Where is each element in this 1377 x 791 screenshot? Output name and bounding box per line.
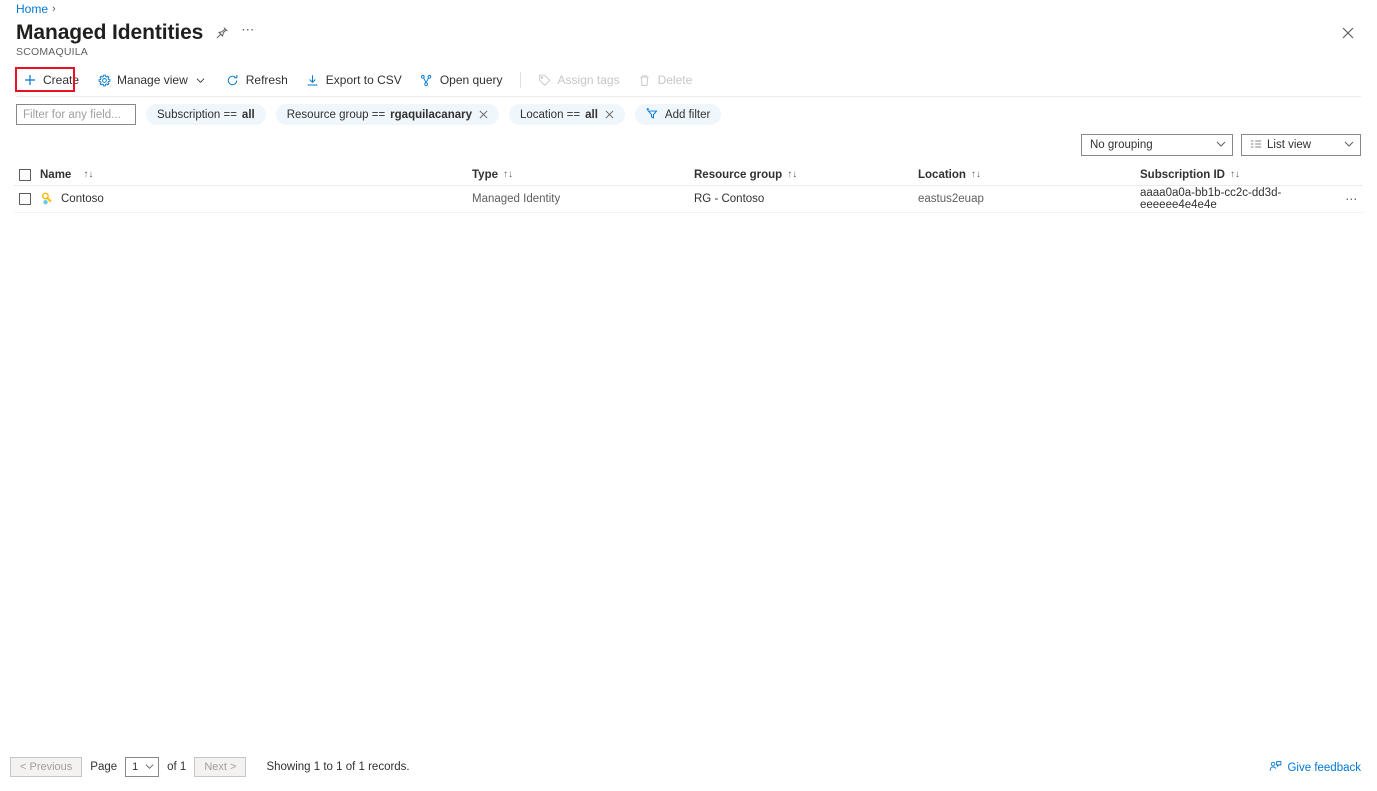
pin-icon[interactable]	[213, 24, 231, 42]
pagination-bar: < Previous Page 1 of 1 Next > Showing 1 …	[10, 757, 410, 777]
column-header-type-label: Type	[472, 169, 498, 181]
sort-icon[interactable]: ↑↓	[503, 169, 513, 180]
records-summary: Showing 1 to 1 of 1 records.	[266, 761, 409, 773]
create-label: Create	[43, 73, 79, 87]
add-filter-label: Add filter	[665, 109, 710, 121]
row-location-cell: eastus2euap	[918, 193, 1140, 205]
remove-location-filter-icon[interactable]	[605, 110, 614, 120]
column-header-subscription-id[interactable]: Subscription ID ↑↓	[1140, 169, 1341, 181]
column-header-resource-group[interactable]: Resource group ↑↓	[694, 169, 918, 181]
chevron-down-icon	[145, 762, 154, 773]
filter-pill-subscription-prefix: Subscription ==	[157, 109, 237, 121]
close-icon[interactable]	[1337, 22, 1359, 44]
query-icon	[420, 73, 434, 87]
filter-pill-subscription[interactable]: Subscription == all	[146, 104, 266, 125]
grouping-select[interactable]: No grouping	[1081, 134, 1233, 156]
column-header-name[interactable]: Name ↑↓	[40, 169, 472, 181]
search-input[interactable]	[16, 104, 136, 125]
sort-icon[interactable]: ↑↓	[971, 169, 981, 180]
list-view-icon	[1250, 138, 1262, 153]
view-select-value: List view	[1267, 139, 1311, 151]
breadcrumb: Home ›	[16, 2, 56, 16]
give-feedback-button[interactable]: Give feedback	[1269, 760, 1361, 776]
column-header-name-label: Name	[40, 169, 71, 181]
filter-pill-location-value: all	[585, 109, 598, 121]
row-subscription-id-cell: aaaa0a0a-bb1b-cc2c-dd3d-eeeeee4e4e4e	[1140, 187, 1341, 211]
view-select[interactable]: List view	[1241, 134, 1361, 156]
row-name-label[interactable]: Contoso	[61, 193, 104, 205]
export-csv-button[interactable]: Export to CSV	[297, 67, 411, 93]
delete-label: Delete	[658, 73, 693, 87]
page-header: Managed Identities ⋯	[16, 20, 256, 46]
column-header-location[interactable]: Location ↑↓	[918, 169, 1140, 181]
sort-icon[interactable]: ↑↓	[1230, 169, 1240, 180]
download-icon	[306, 73, 320, 87]
view-controls: No grouping List view	[1081, 134, 1361, 156]
create-button[interactable]: Create	[14, 67, 88, 93]
grouping-select-value: No grouping	[1090, 139, 1153, 151]
breadcrumb-separator-icon: ›	[52, 3, 56, 15]
export-csv-label: Export to CSV	[326, 73, 402, 87]
table-header-row: Name ↑↓ Type ↑↓ Resource group ↑↓ Locati…	[14, 164, 1363, 186]
plus-icon	[23, 73, 37, 87]
column-header-resource-group-label: Resource group	[694, 169, 782, 181]
gear-icon	[97, 73, 111, 87]
page-label: Page	[90, 761, 117, 773]
manage-view-label: Manage view	[117, 73, 188, 87]
filter-pill-resource-group-prefix: Resource group ==	[287, 109, 385, 121]
add-filter-icon	[646, 107, 659, 123]
tag-icon	[538, 73, 552, 87]
filter-pill-location[interactable]: Location == all	[509, 104, 625, 125]
refresh-label: Refresh	[246, 73, 288, 87]
chevron-down-icon	[194, 73, 208, 87]
row-type-cell: Managed Identity	[472, 193, 694, 205]
add-filter-button[interactable]: Add filter	[635, 104, 721, 125]
next-page-button: Next >	[194, 757, 246, 777]
sort-icon[interactable]: ↑↓	[787, 169, 797, 180]
total-pages-label: of 1	[167, 761, 186, 773]
table-row[interactable]: Contoso Managed Identity RG - Contoso ea…	[14, 186, 1363, 213]
command-toolbar: Create Manage view	[14, 67, 701, 93]
feedback-icon	[1269, 760, 1282, 776]
remove-resource-group-filter-icon[interactable]	[479, 110, 488, 120]
managed-identity-icon	[40, 192, 54, 206]
row-context-menu-icon[interactable]: ⋯	[1341, 196, 1363, 202]
delete-button: Delete	[629, 67, 702, 93]
row-name-cell: Contoso	[40, 192, 472, 206]
filter-bar: Subscription == all Resource group == rg…	[16, 104, 721, 125]
filter-pill-subscription-value: all	[242, 109, 255, 121]
refresh-icon	[226, 73, 240, 87]
row-checkbox[interactable]	[14, 193, 40, 205]
give-feedback-label: Give feedback	[1287, 762, 1361, 774]
row-resource-group-cell: RG - Contoso	[694, 193, 918, 205]
assign-tags-button: Assign tags	[529, 67, 629, 93]
select-all-checkbox[interactable]	[14, 169, 40, 181]
open-query-label: Open query	[440, 73, 503, 87]
assign-tags-label: Assign tags	[558, 73, 620, 87]
chevron-down-icon	[1344, 139, 1354, 151]
chevron-down-icon	[1216, 139, 1226, 151]
toolbar-divider-rule	[16, 96, 1361, 97]
column-header-location-label: Location	[918, 169, 966, 181]
filter-pill-location-prefix: Location ==	[520, 109, 580, 121]
page-number-select[interactable]: 1	[125, 757, 159, 777]
page-title: Managed Identities	[16, 20, 203, 46]
filter-pill-resource-group-value: rgaquilacanary	[390, 109, 472, 121]
trash-icon	[638, 73, 652, 87]
sort-icon[interactable]: ↑↓	[83, 169, 93, 180]
manage-view-button[interactable]: Manage view	[88, 67, 217, 93]
open-query-button[interactable]: Open query	[411, 67, 512, 93]
page-number-value: 1	[132, 761, 138, 773]
previous-page-button: < Previous	[10, 757, 82, 777]
resources-table: Name ↑↓ Type ↑↓ Resource group ↑↓ Locati…	[14, 164, 1363, 213]
filter-pill-resource-group[interactable]: Resource group == rgaquilacanary	[276, 104, 499, 125]
column-header-type[interactable]: Type ↑↓	[472, 169, 694, 181]
managed-identities-page: Home › Managed Identities ⋯ SCOMAQUILA C…	[0, 0, 1377, 791]
breadcrumb-home[interactable]: Home	[16, 2, 48, 16]
column-header-subscription-id-label: Subscription ID	[1140, 169, 1225, 181]
page-subtitle: SCOMAQUILA	[16, 46, 88, 58]
header-more-icon[interactable]: ⋯	[241, 26, 256, 41]
toolbar-divider	[520, 72, 521, 88]
refresh-button[interactable]: Refresh	[217, 67, 297, 93]
